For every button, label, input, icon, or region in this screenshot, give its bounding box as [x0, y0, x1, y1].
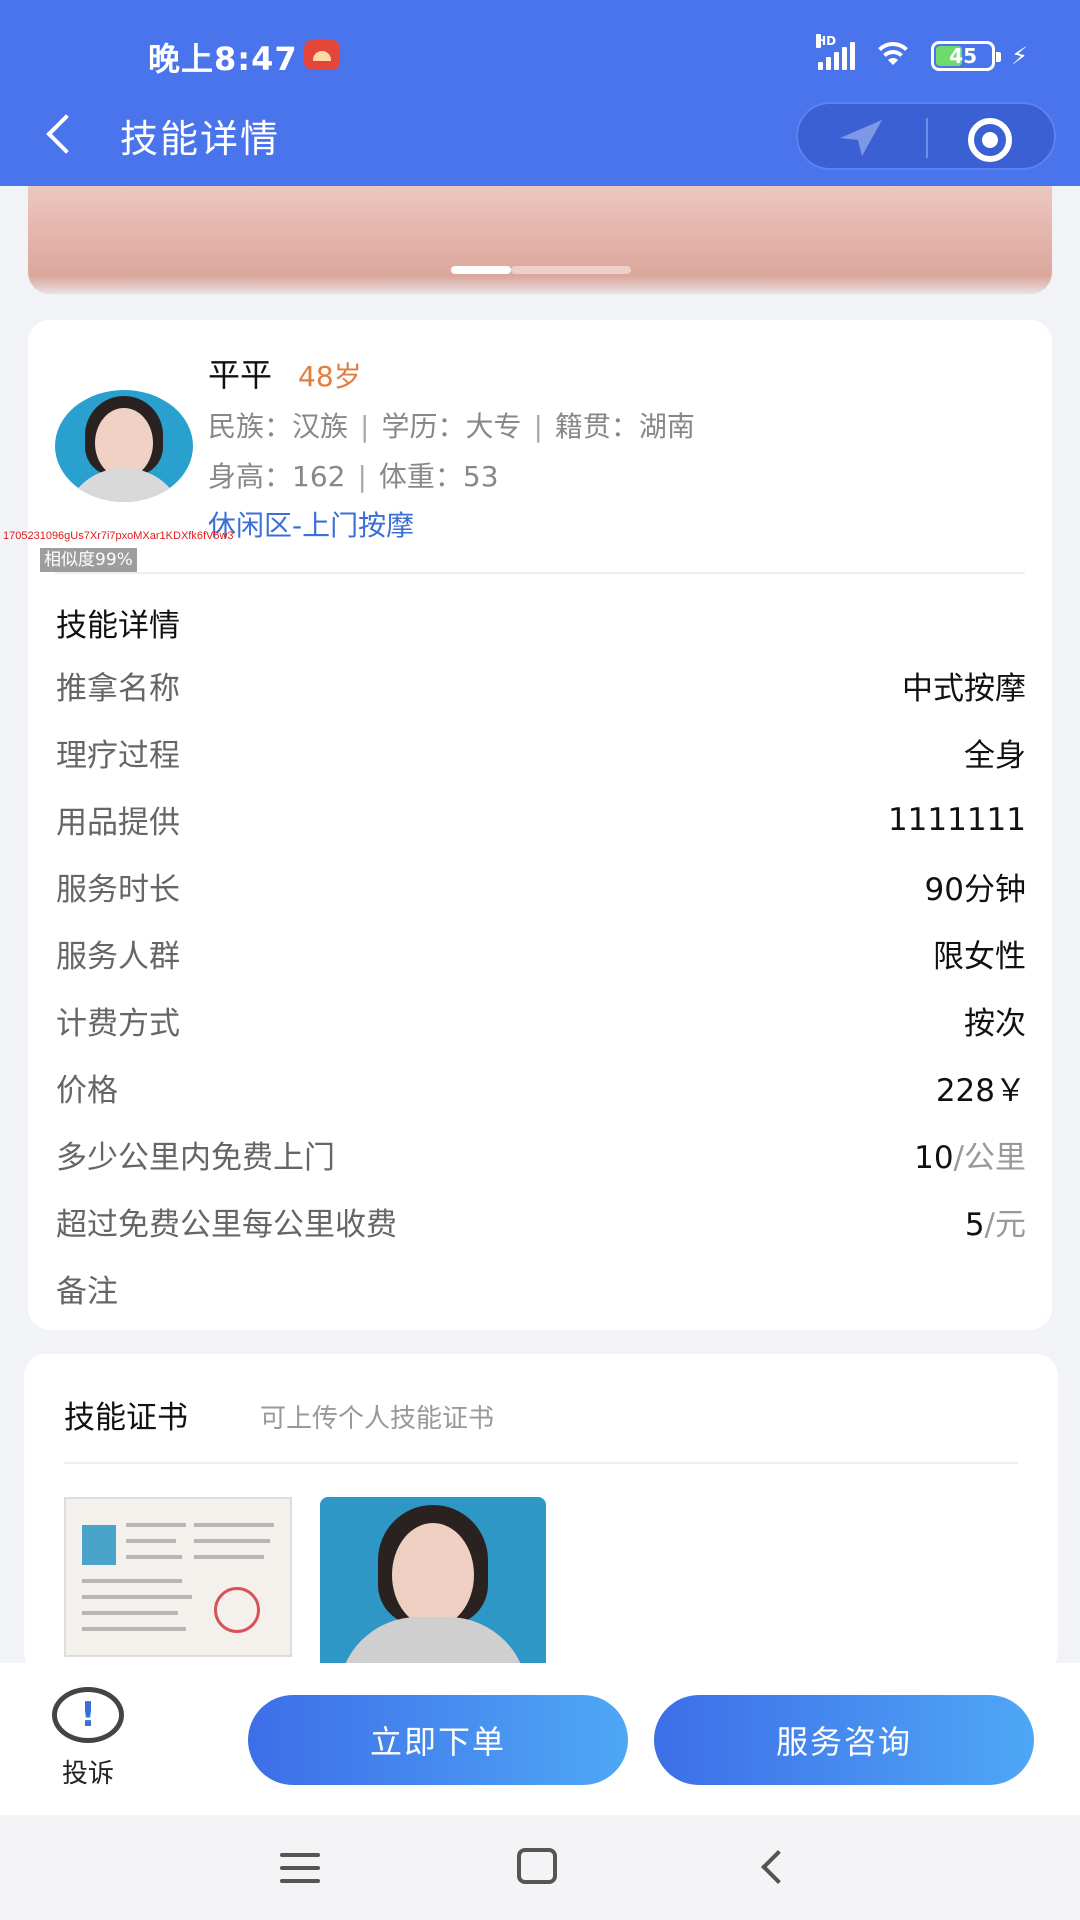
app-header: 晚上8:47 HD 45 ⚡ 技能详情: [0, 0, 1080, 186]
battery-icon: 45: [931, 41, 1002, 71]
detail-value: 5/元: [964, 1207, 1026, 1243]
detail-value: 10/公里: [914, 1140, 1026, 1176]
system-nav-bar: [0, 1815, 1080, 1920]
section-title: 技能详情: [56, 608, 180, 644]
detail-row-audience: 服务人群 限女性: [56, 920, 1026, 987]
consult-button[interactable]: 服务咨询: [654, 1695, 1034, 1785]
network-type-label: HD: [816, 34, 837, 48]
certificate-hint: 可上传个人技能证书: [260, 1404, 495, 1434]
detail-row-process: 理疗过程 全身: [56, 719, 1026, 786]
watermark-id: 1705231096gUs7Xr7i7pxoMXar1KDXfk6fV5w3: [3, 530, 234, 542]
profile-info-line: 民族：汉族 | 学历：大专 | 籍贯：湖南: [208, 410, 695, 443]
detail-label: 服务时长: [56, 872, 180, 908]
exclamation-icon: !: [52, 1687, 124, 1743]
menu-icon[interactable]: [280, 1853, 320, 1883]
detail-label: 多少公里内免费上门: [56, 1140, 335, 1176]
carousel-dot-active: [451, 266, 511, 274]
battery-level: 45: [949, 44, 978, 68]
wifi-icon: [871, 40, 915, 72]
detail-label: 计费方式: [56, 1006, 180, 1042]
weight: 体重：53: [378, 460, 499, 493]
complain-button[interactable]: ! 投诉: [48, 1687, 128, 1790]
charging-icon: ⚡: [1011, 42, 1028, 70]
complain-label: 投诉: [61, 1759, 114, 1789]
detail-row-free-distance: 多少公里内免费上门 10/公里: [56, 1121, 1026, 1188]
detail-label: 理疗过程: [56, 738, 180, 774]
detail-value: 中式按摩: [902, 671, 1026, 707]
detail-label: 推拿名称: [56, 671, 180, 707]
education: 学历：大专: [381, 410, 522, 443]
detail-value: 90分钟: [924, 872, 1026, 908]
detail-label: 用品提供: [56, 805, 180, 841]
therapist-age: 48岁: [298, 360, 362, 393]
carousel-dot-track: [511, 266, 631, 274]
location-arrow-icon[interactable]: [836, 118, 886, 158]
similarity-badge: 相似度99%: [40, 548, 137, 572]
skill-detail-card: 平平 48岁 民族：汉族 | 学历：大专 | 籍贯：湖南 身高：162 | 体重：53 休闲…: [28, 320, 1052, 1330]
detail-label: 价格: [56, 1073, 118, 1109]
back-button[interactable]: [38, 108, 82, 158]
order-now-button[interactable]: 立即下单: [248, 1695, 628, 1785]
app-notification-icon: [304, 40, 340, 70]
portrait-image[interactable]: [320, 1497, 546, 1667]
detail-value: 按次: [964, 1006, 1026, 1042]
detail-row-remarks: 备注: [56, 1255, 1026, 1322]
cellular-signal-icon: HD: [816, 34, 856, 70]
carousel-indicator: [451, 266, 631, 274]
detail-row-price: 价格 228￥: [56, 1054, 1026, 1121]
detail-row-extra-fee: 超过免费公里每公里收费 5/元: [56, 1188, 1026, 1255]
height: 身高：162: [208, 460, 346, 493]
status-indicators: HD 45 ⚡: [816, 34, 1028, 74]
detail-row-billing: 计费方式 按次: [56, 987, 1026, 1054]
detail-label: 备注: [56, 1274, 118, 1310]
detail-value: 228￥: [935, 1073, 1026, 1109]
detail-value: 限女性: [933, 939, 1026, 975]
certificate-image[interactable]: [64, 1497, 292, 1657]
detail-label: 超过免费公里每公里收费: [56, 1207, 397, 1243]
certificate-card: 技能证书 可上传个人技能证书: [24, 1354, 1058, 1674]
detail-label: 服务人群: [56, 939, 180, 975]
photo-carousel[interactable]: [28, 186, 1052, 294]
back-icon[interactable]: [761, 1850, 795, 1884]
skill-detail-list: 推拿名称 中式按摩 理疗过程 全身 用品提供 1111111 服务时长 90分钟…: [56, 652, 1026, 1322]
service-category-link[interactable]: 休闲区-上门按摩: [208, 504, 414, 544]
detail-row-supplies: 用品提供 1111111: [56, 786, 1026, 853]
divider: [64, 1462, 1018, 1464]
target-icon[interactable]: [968, 118, 1012, 162]
ethnicity: 民族：汉族: [208, 410, 349, 443]
hometown: 籍贯：湖南: [554, 410, 695, 443]
avatar[interactable]: [55, 390, 193, 502]
body-info-line: 身高：162 | 体重：53: [208, 460, 499, 493]
detail-row-massage-name: 推拿名称 中式按摩: [56, 652, 1026, 719]
home-icon[interactable]: [517, 1848, 557, 1884]
status-time: 晚上8:47: [148, 40, 298, 78]
page-title: 技能详情: [120, 117, 281, 161]
detail-value: 1111111: [887, 801, 1026, 838]
bottom-action-bar: ! 投诉 立即下单 服务咨询: [0, 1663, 1080, 1815]
detail-value: 全身: [964, 738, 1026, 774]
therapist-name: 平平: [208, 356, 273, 394]
divider: [55, 572, 1025, 574]
detail-row-duration: 服务时长 90分钟: [56, 853, 1026, 920]
mini-program-capsule: [796, 102, 1056, 170]
certificate-title: 技能证书: [64, 1400, 188, 1436]
